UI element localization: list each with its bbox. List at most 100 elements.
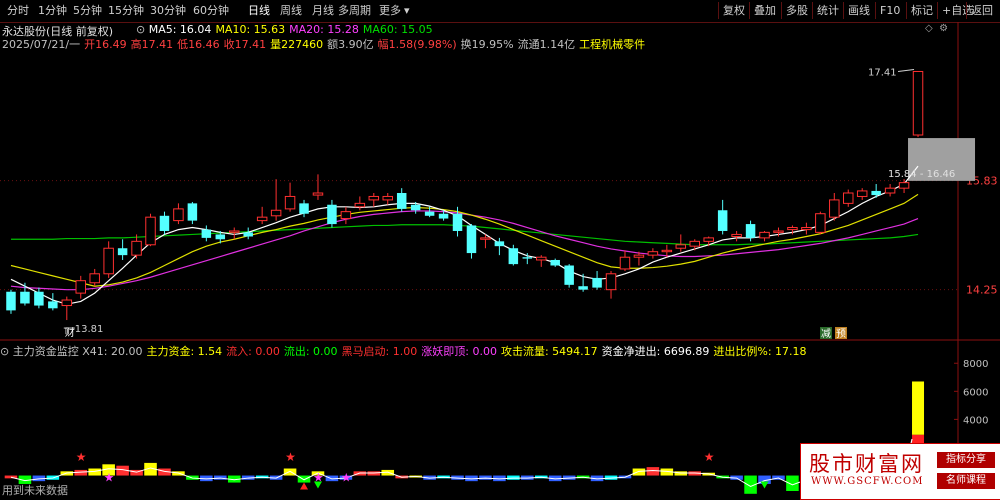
- candle-up: [173, 208, 184, 222]
- candle-up: [619, 256, 631, 270]
- candle-down: [578, 286, 588, 290]
- candle-down: [327, 204, 337, 225]
- candle-up: [89, 273, 100, 284]
- candle-down: [466, 225, 477, 254]
- candle-down: [508, 248, 519, 265]
- candle-down: [34, 291, 44, 306]
- candle-up: [382, 195, 393, 201]
- candle-up: [856, 190, 868, 197]
- candle-down: [6, 291, 16, 311]
- indicator-item-7: 资金净进出: 6696.89: [601, 345, 710, 358]
- watermark-title: 股市财富网: [809, 452, 924, 476]
- candle-up: [536, 256, 547, 261]
- candle-up: [731, 233, 742, 238]
- watermark-badge-course: 名师课程: [937, 473, 995, 489]
- candle-up: [759, 231, 770, 239]
- candle-up: [829, 199, 840, 218]
- candle-down: [215, 234, 226, 240]
- candle-down: [424, 211, 435, 216]
- candle-up: [898, 182, 910, 189]
- candle-down: [452, 213, 463, 231]
- ind-ytick-2: 6000: [963, 387, 988, 398]
- watermark: 股市财富网 WWW.GSCFW.COM 指标分享 名师课程: [800, 443, 1000, 500]
- candle-up: [773, 230, 784, 233]
- ind-star-red: ★: [704, 450, 715, 464]
- indicator-item-8: 进出比例%: 17.18: [713, 345, 807, 358]
- candle-up: [843, 192, 854, 204]
- indicator-item-5: 涨妖即顶: 0.00: [421, 345, 497, 358]
- candle-up: [145, 216, 156, 246]
- candle-up: [75, 280, 86, 294]
- candle-down: [494, 241, 505, 247]
- candle-down: [201, 229, 212, 238]
- indicator-item-4: 黑马启动: 1.00: [341, 345, 418, 358]
- candle-up: [354, 202, 366, 208]
- candle-up: [801, 227, 812, 231]
- candle-up: [703, 237, 714, 242]
- ind-star-red: ★: [76, 450, 87, 464]
- candle-up: [480, 237, 491, 240]
- ind-star-pink: ★: [341, 471, 352, 485]
- candle-up: [103, 247, 114, 275]
- ind-ytick-1: 4000: [963, 415, 988, 426]
- watermark-badge-share: 指标分享: [937, 452, 995, 468]
- ind-bar: [632, 468, 646, 476]
- gap-label: 15.84 - 16.46: [888, 169, 955, 180]
- ind-star-pink: ★: [104, 471, 115, 485]
- candle-up: [270, 209, 282, 217]
- indicator-item-6: 攻击流量: 5494.17: [500, 345, 598, 358]
- candle-up: [605, 273, 617, 291]
- candle-down: [871, 190, 881, 196]
- indicator-settings-icon[interactable]: ⊙: [0, 345, 13, 358]
- candle-up: [61, 299, 73, 307]
- candle-up: [675, 244, 687, 249]
- candle-up: [368, 195, 380, 201]
- candle-up: [912, 70, 924, 136]
- candle-up: [229, 230, 240, 233]
- candle-up: [884, 187, 896, 194]
- candle-down: [592, 277, 602, 288]
- future-data-label: 用到未来数据: [2, 484, 68, 497]
- candle-up: [633, 254, 645, 258]
- indicator-item-1: 主力资金: 1.54: [146, 345, 223, 358]
- candle-down: [522, 257, 533, 259]
- kline-chart[interactable]: 14.2515.8317.4113.8115.84 - 16.46财减预2000…: [0, 0, 1000, 498]
- indicator-item-0: 主力资金监控 X41: 20.00: [12, 345, 143, 358]
- high-label: 17.41: [868, 67, 897, 78]
- candle-up: [689, 240, 700, 247]
- candle-down: [396, 193, 407, 209]
- candle-down: [564, 265, 574, 285]
- marker-cai: 财: [65, 326, 75, 339]
- candle-up: [661, 249, 673, 253]
- candle-down: [438, 213, 449, 219]
- ind-star-red: ★: [285, 450, 296, 464]
- candle-down: [159, 215, 170, 231]
- candle-up: [815, 213, 826, 233]
- candle-down: [410, 204, 421, 211]
- indicator-item-2: 流入: 0.00: [226, 345, 280, 358]
- candle-up: [131, 240, 142, 256]
- candle-up: [647, 251, 659, 256]
- marker-jian: 减: [821, 328, 831, 340]
- high-arrow: [897, 68, 915, 72]
- candle-up: [284, 195, 296, 210]
- candle-down: [187, 203, 198, 221]
- candle-down: [117, 248, 128, 256]
- ind-triangle-down: [760, 481, 769, 489]
- watermark-url: WWW.GSCFW.COM: [811, 476, 924, 487]
- indicator-item-3: 流出: 0.00: [283, 345, 338, 358]
- ind-bar-last-yellow: [912, 381, 925, 435]
- kline-ytick-0: 14.25: [966, 284, 998, 297]
- candle-down: [717, 210, 728, 231]
- ind-bar: [646, 467, 660, 476]
- candle-up: [340, 211, 352, 220]
- indicator-legend: ⊙ 主力资金监控 X41: 20.00 主力资金: 1.54 流入: 0.00 流出:…: [0, 343, 811, 359]
- marker-yu: 预: [836, 328, 846, 340]
- candle-down: [243, 232, 253, 237]
- candle-up: [312, 192, 324, 196]
- candle-down: [20, 291, 30, 304]
- candle-up: [256, 216, 268, 222]
- candle-down: [550, 259, 560, 266]
- ind-triangle-up: [300, 482, 309, 490]
- candle-down: [745, 224, 756, 238]
